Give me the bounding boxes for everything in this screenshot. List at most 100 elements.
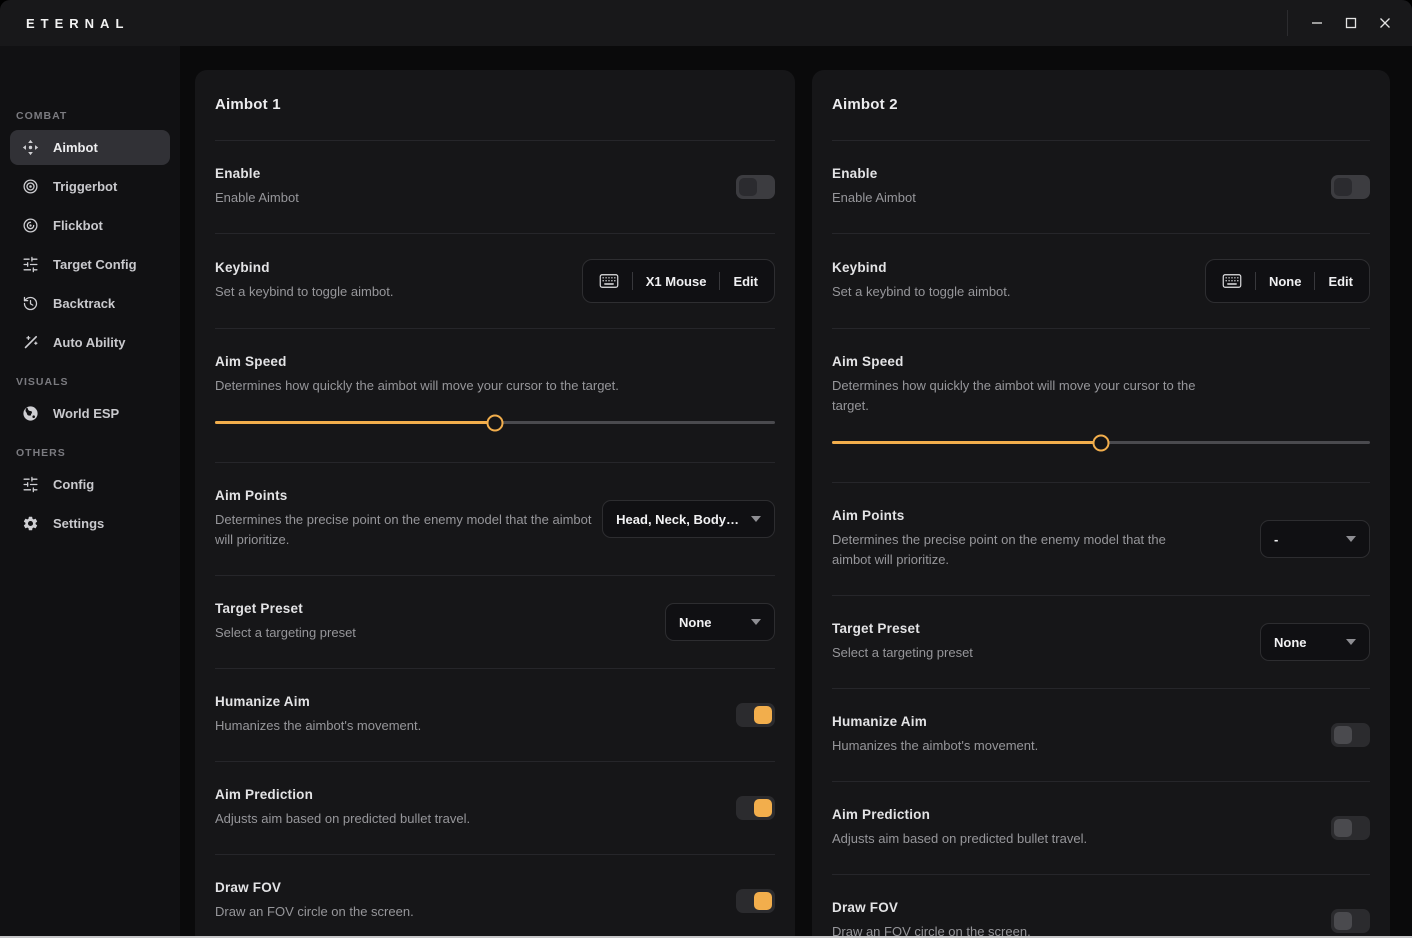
toggle-knob xyxy=(1334,726,1352,744)
setting-desc: Adjusts aim based on predicted bullet tr… xyxy=(215,809,470,829)
setting-label: Aim Speed xyxy=(832,354,1370,369)
setting-row-keybind: Keybind Set a keybind to toggle aimbot. … xyxy=(215,233,775,328)
close-button[interactable] xyxy=(1368,0,1402,46)
keybind-control[interactable]: X1 Mouse Edit xyxy=(582,259,775,303)
aim-points-select[interactable]: Head, Neck, Body… xyxy=(602,500,775,538)
setting-desc: Select a targeting preset xyxy=(832,643,973,663)
sidebar-item-label: Backtrack xyxy=(53,296,115,311)
setting-desc: Humanizes the aimbot's movement. xyxy=(832,736,1038,756)
sidebar: COMBAT Aimbot Triggerbot Flickbot xyxy=(0,46,180,938)
setting-label: Humanize Aim xyxy=(215,694,421,709)
sidebar-item-backtrack[interactable]: Backtrack xyxy=(10,286,170,321)
setting-row-aim-speed: Aim Speed Determines how quickly the aim… xyxy=(215,328,775,462)
aim-speed-slider[interactable] xyxy=(215,414,775,431)
chevron-down-icon xyxy=(751,619,761,625)
sidebar-item-settings[interactable]: Settings xyxy=(10,506,170,541)
keyboard-icon xyxy=(599,273,619,289)
setting-row-draw-fov: Draw FOV Draw an FOV circle on the scree… xyxy=(215,854,775,938)
setting-label: Keybind xyxy=(832,260,1011,275)
draw-fov-toggle[interactable] xyxy=(736,889,775,913)
aimbot-2-panel: Aimbot 2 Enable Enable Aimbot Keybind Se… xyxy=(812,70,1390,938)
sidebar-item-label: Settings xyxy=(53,516,104,531)
minimize-icon xyxy=(1307,13,1327,33)
sliders-icon xyxy=(21,256,39,274)
globe-icon xyxy=(21,405,39,423)
setting-desc: Select a targeting preset xyxy=(215,623,356,643)
target-preset-select[interactable]: None xyxy=(665,603,775,641)
setting-label: Aim Speed xyxy=(215,354,775,369)
sidebar-item-triggerbot[interactable]: Triggerbot xyxy=(10,169,170,204)
setting-row-enable: Enable Enable Aimbot xyxy=(832,140,1370,233)
sidebar-item-label: Config xyxy=(53,477,94,492)
sidebar-item-label: World ESP xyxy=(53,406,119,421)
sidebar-item-label: Flickbot xyxy=(53,218,103,233)
maximize-button[interactable] xyxy=(1334,0,1368,46)
gear-icon xyxy=(21,515,39,533)
setting-desc: Set a keybind to toggle aimbot. xyxy=(832,282,1011,302)
setting-row-aim-speed: Aim Speed Determines how quickly the aim… xyxy=(832,328,1370,482)
setting-label: Humanize Aim xyxy=(832,714,1038,729)
select-value: - xyxy=(1274,532,1278,547)
divider xyxy=(719,272,720,290)
close-icon xyxy=(1375,13,1395,33)
crosshair-move-icon xyxy=(21,139,39,157)
concentric-circles-icon xyxy=(21,178,39,196)
setting-label: Aim Prediction xyxy=(832,807,1087,822)
sidebar-item-target-config[interactable]: Target Config xyxy=(10,247,170,282)
toggle-knob xyxy=(754,799,772,817)
divider xyxy=(1255,272,1256,290)
setting-row-aim-prediction: Aim Prediction Adjusts aim based on pred… xyxy=(215,761,775,854)
setting-row-target-preset: Target Preset Select a targeting preset … xyxy=(215,575,775,668)
keybind-value: None xyxy=(1269,274,1302,289)
toggle-knob xyxy=(739,178,757,196)
sidebar-item-label: Triggerbot xyxy=(53,179,117,194)
wand-icon xyxy=(21,334,39,352)
setting-label: Aim Prediction xyxy=(215,787,470,802)
target-preset-select[interactable]: None xyxy=(1260,623,1370,661)
sidebar-item-flickbot[interactable]: Flickbot xyxy=(10,208,170,243)
sidebar-section-visuals: VISUALS xyxy=(16,376,164,388)
aim-points-select[interactable]: - xyxy=(1260,520,1370,558)
aim-speed-slider[interactable] xyxy=(832,434,1370,451)
toggle-knob xyxy=(1334,178,1352,196)
chevron-down-icon xyxy=(1346,536,1356,542)
setting-desc: Determines the precise point on the enem… xyxy=(215,510,602,550)
setting-row-draw-fov: Draw FOV Draw an FOV circle on the scree… xyxy=(832,874,1370,938)
keyboard-icon xyxy=(1222,273,1242,289)
divider xyxy=(632,272,633,290)
keybind-control[interactable]: None Edit xyxy=(1205,259,1370,303)
enable-toggle[interactable] xyxy=(1331,175,1370,199)
setting-label: Aim Points xyxy=(832,508,1202,523)
sidebar-item-world-esp[interactable]: World ESP xyxy=(10,396,170,431)
titlebar-divider xyxy=(1287,10,1288,36)
enable-toggle[interactable] xyxy=(736,175,775,199)
panel-title: Aimbot 1 xyxy=(215,96,775,113)
sidebar-item-auto-ability[interactable]: Auto Ability xyxy=(10,325,170,360)
setting-row-aim-points: Aim Points Determines the precise point … xyxy=(832,482,1370,595)
draw-fov-toggle[interactable] xyxy=(1331,909,1370,933)
minimize-button[interactable] xyxy=(1300,0,1334,46)
humanize-aim-toggle[interactable] xyxy=(1331,723,1370,747)
sidebar-item-config[interactable]: Config xyxy=(10,467,170,502)
keybind-edit-button[interactable]: Edit xyxy=(1328,274,1353,289)
sidebar-item-aimbot[interactable]: Aimbot xyxy=(10,130,170,165)
setting-label: Target Preset xyxy=(832,621,973,636)
aim-prediction-toggle[interactable] xyxy=(736,796,775,820)
aim-prediction-toggle[interactable] xyxy=(1331,816,1370,840)
chevron-down-icon xyxy=(751,516,761,522)
setting-label: Aim Points xyxy=(215,488,602,503)
setting-desc: Enable Aimbot xyxy=(832,188,916,208)
sliders-icon xyxy=(21,476,39,494)
toggle-knob xyxy=(1334,819,1352,837)
keybind-edit-button[interactable]: Edit xyxy=(733,274,758,289)
slider-thumb[interactable] xyxy=(1093,434,1110,451)
setting-desc: Humanizes the aimbot's movement. xyxy=(215,716,421,736)
setting-label: Enable xyxy=(215,166,299,181)
toggle-knob xyxy=(1334,912,1352,930)
main-content: Aimbot 1 Enable Enable Aimbot Keybind Se… xyxy=(180,46,1412,938)
title-bar: ETERNAL xyxy=(0,0,1412,46)
humanize-aim-toggle[interactable] xyxy=(736,703,775,727)
slider-thumb[interactable] xyxy=(487,414,504,431)
maximize-icon xyxy=(1341,13,1361,33)
sidebar-item-label: Aimbot xyxy=(53,140,98,155)
